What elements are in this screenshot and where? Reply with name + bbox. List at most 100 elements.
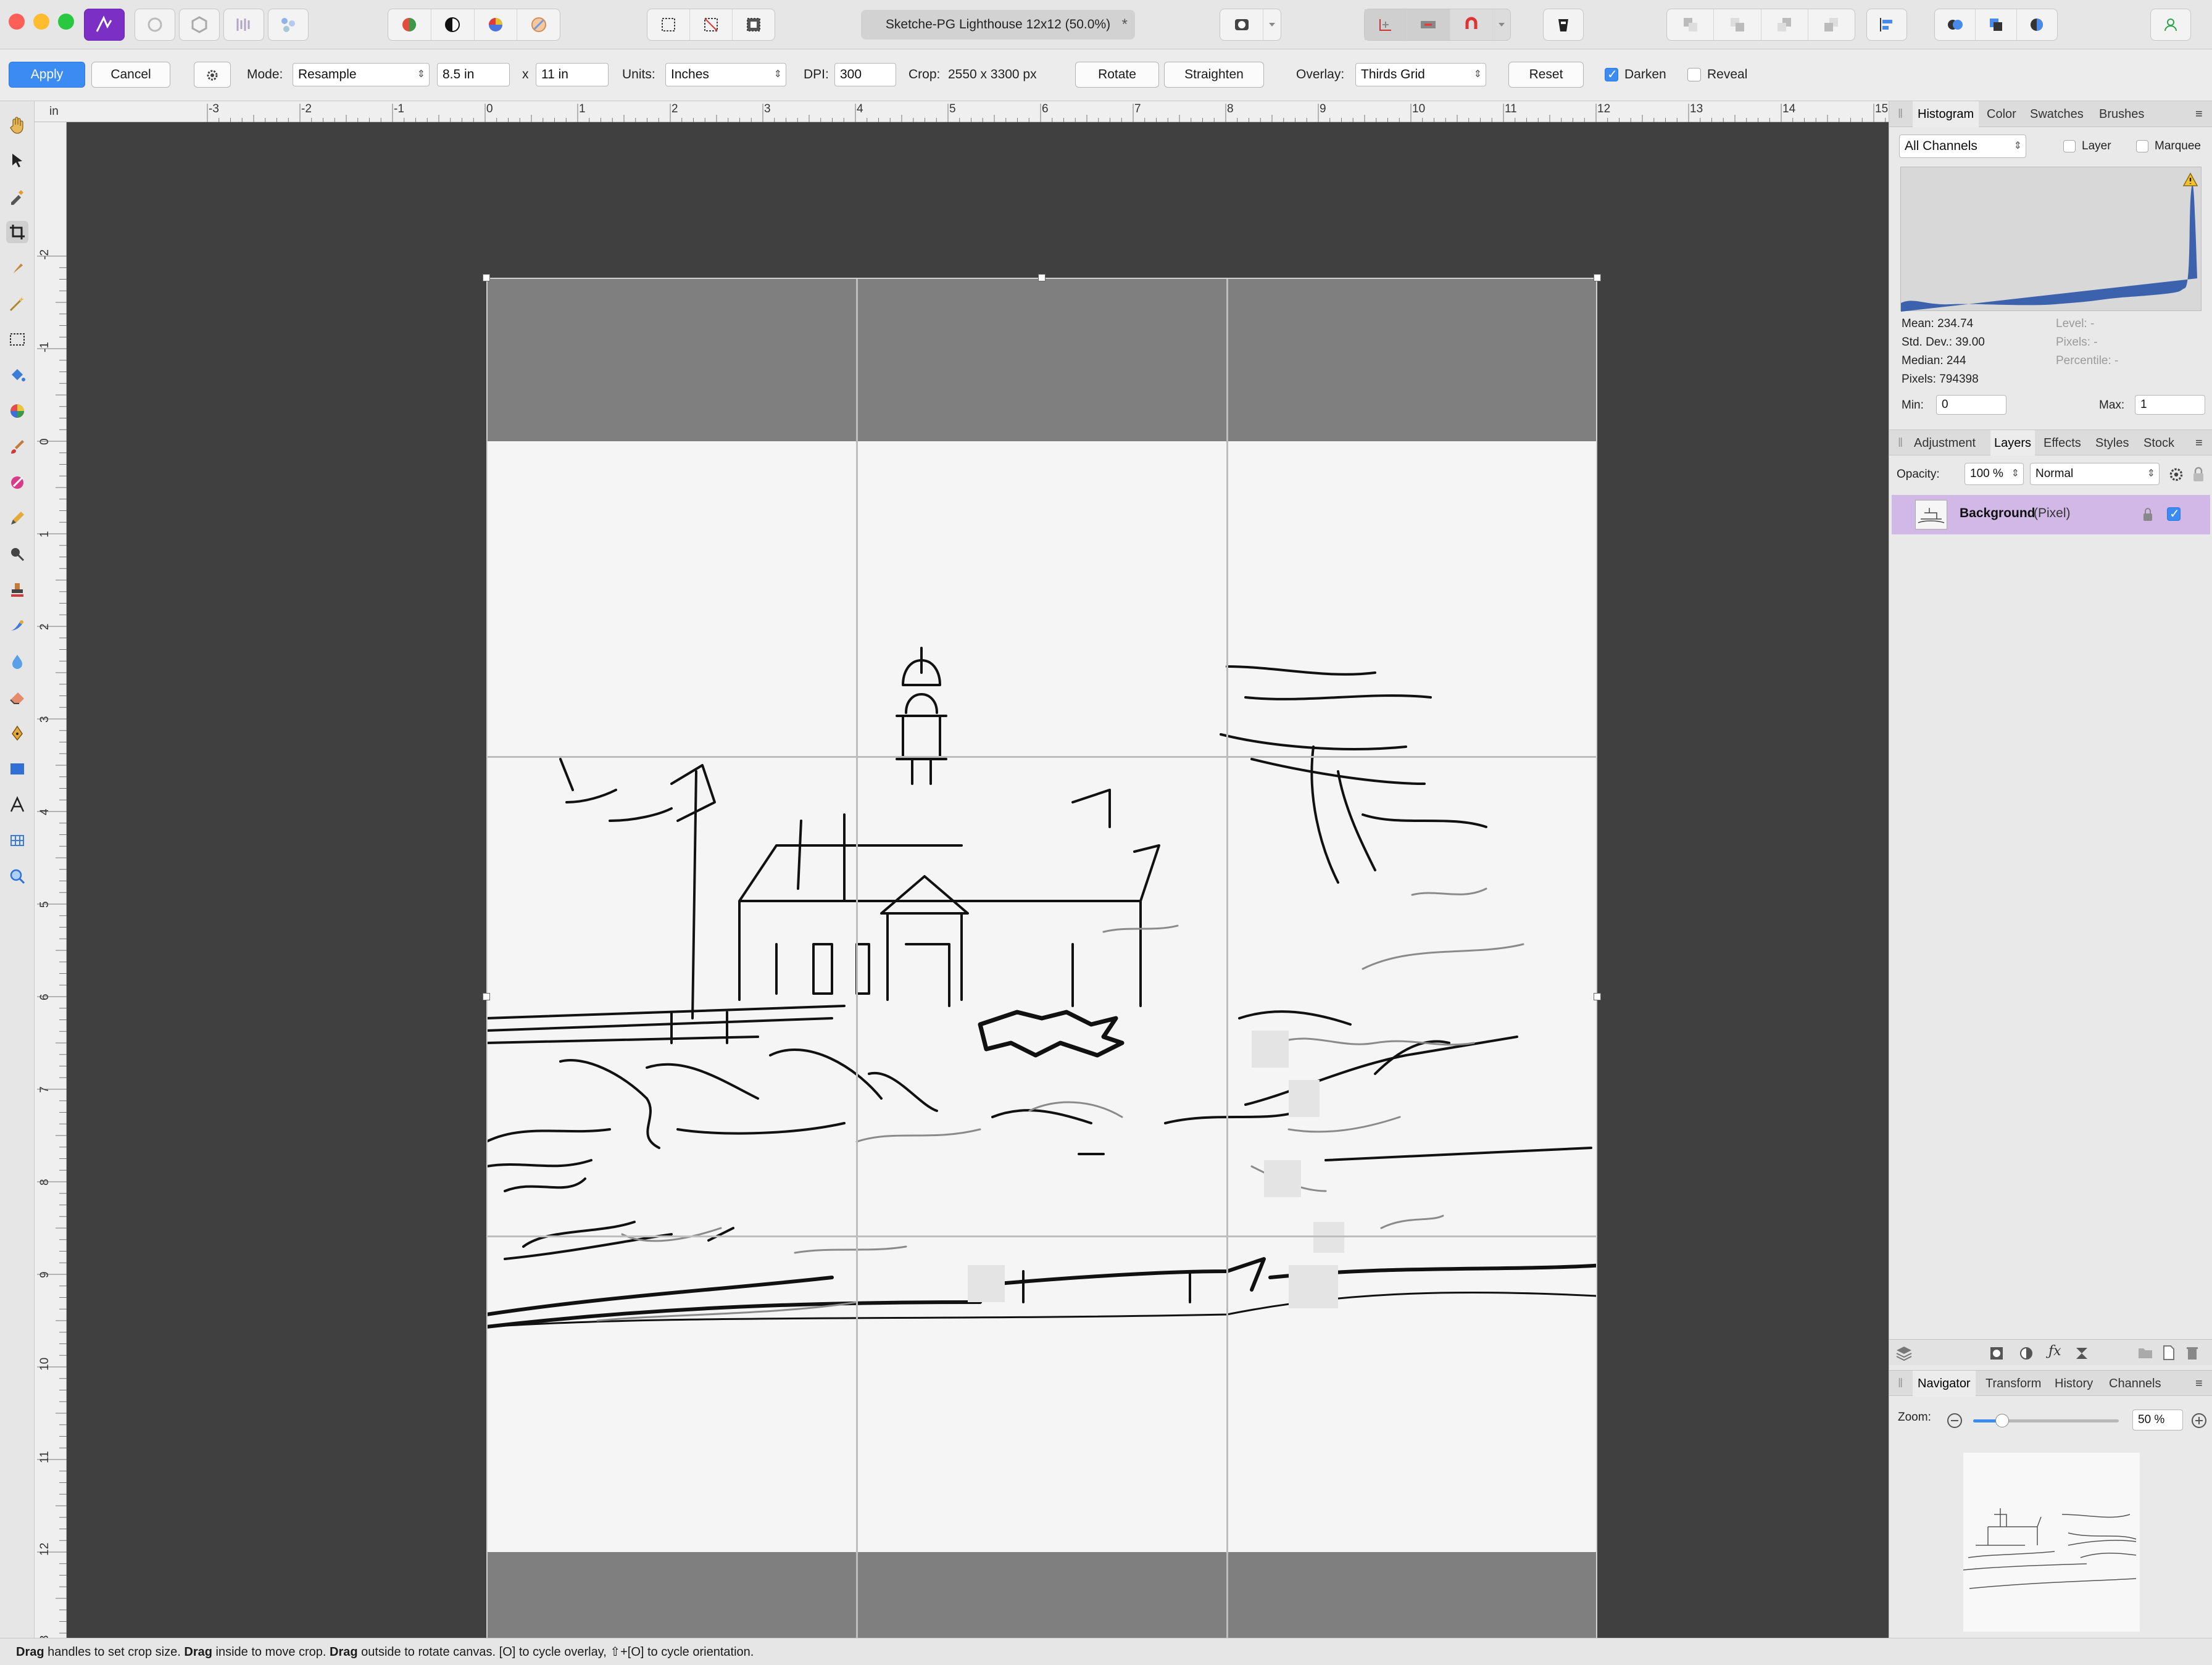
boolean-add-icon[interactable] xyxy=(1935,9,1976,40)
pixel-tool[interactable] xyxy=(6,507,28,529)
color-replacement-tool[interactable] xyxy=(6,471,28,494)
mesh-warp-tool[interactable] xyxy=(6,829,28,852)
zoom-window-button[interactable] xyxy=(58,14,74,30)
deselect-icon[interactable] xyxy=(690,9,733,40)
blur-tool[interactable] xyxy=(6,650,28,673)
gradient-tool[interactable] xyxy=(6,400,28,422)
panel-grip-icon[interactable]: ‖ xyxy=(1898,101,1903,127)
tone-mapping-persona-icon[interactable] xyxy=(223,9,264,41)
darken-checkbox[interactable] xyxy=(1605,67,1618,82)
panel-grip-icon[interactable]: ‖ xyxy=(1898,1371,1903,1397)
snapping-grid-icon[interactable] xyxy=(1365,9,1408,40)
white-balance-icon[interactable] xyxy=(517,9,560,40)
crop-width-field[interactable]: 8.5 in xyxy=(437,63,510,86)
rotate-button[interactable]: Rotate xyxy=(1075,62,1159,88)
crop-handle-left[interactable] xyxy=(483,993,490,1000)
clone-tool[interactable] xyxy=(6,579,28,601)
color-picker-tool[interactable] xyxy=(6,185,28,207)
overlay-select[interactable]: Thirds Grid xyxy=(1355,63,1486,86)
tab-transform[interactable]: Transform xyxy=(1985,1371,2041,1397)
select-all-icon[interactable] xyxy=(647,9,690,40)
tab-swatches[interactable]: Swatches xyxy=(2030,101,2084,127)
crop-handle-top[interactable] xyxy=(1038,274,1046,281)
tab-adjustment[interactable]: Adjustment xyxy=(1914,430,1976,456)
account-icon[interactable] xyxy=(2150,9,2191,41)
move-to-front-icon[interactable] xyxy=(1808,9,1855,40)
dodge-tool[interactable] xyxy=(6,543,28,565)
mask-layer-icon[interactable] xyxy=(1989,1346,2004,1361)
boolean-intersect-icon[interactable] xyxy=(2017,9,2057,40)
new-layer-icon[interactable] xyxy=(2162,1345,2176,1361)
move-back-one-icon[interactable] xyxy=(1714,9,1761,40)
cancel-button[interactable]: Cancel xyxy=(91,62,170,88)
minimize-window-button[interactable] xyxy=(33,14,49,30)
zoom-slider[interactable] xyxy=(1973,1414,2119,1427)
panel-grip-icon[interactable]: ‖ xyxy=(1898,430,1903,456)
pen-tool[interactable] xyxy=(6,722,28,744)
tab-histogram[interactable]: Histogram xyxy=(1913,101,1979,127)
quick-mask-icon[interactable] xyxy=(1220,9,1263,40)
lock-icon[interactable] xyxy=(2192,467,2205,483)
mode-select[interactable]: Resample xyxy=(293,63,430,86)
tab-effects[interactable]: Effects xyxy=(2044,430,2081,456)
navigator-preview[interactable] xyxy=(1963,1453,2140,1632)
hsl-icon[interactable] xyxy=(475,9,518,40)
tab-color[interactable]: Color xyxy=(1987,101,2016,127)
smudge-tool[interactable] xyxy=(6,615,28,637)
marquee-tool[interactable] xyxy=(6,328,28,351)
flood-fill-tool[interactable] xyxy=(6,364,28,386)
tab-stock[interactable]: Stock xyxy=(2143,430,2174,456)
chevron-down-icon[interactable] xyxy=(1493,9,1510,40)
reset-button[interactable]: Reset xyxy=(1508,62,1584,88)
straighten-button[interactable]: Straighten xyxy=(1164,62,1264,88)
tab-brushes[interactable]: Brushes xyxy=(2099,101,2144,127)
panel-menu-icon[interactable]: ≡ xyxy=(2195,1371,2203,1397)
shape-tool[interactable] xyxy=(6,758,28,780)
tab-navigator[interactable]: Navigator xyxy=(1913,1371,1976,1397)
blend-mode-select[interactable]: Normal xyxy=(2030,463,2160,485)
zoom-tool[interactable] xyxy=(6,865,28,887)
assistant-icon[interactable] xyxy=(1543,9,1584,41)
crop-frame[interactable] xyxy=(486,278,1597,1665)
liquify-persona-icon[interactable] xyxy=(135,9,175,41)
invert-selection-icon[interactable] xyxy=(733,9,775,40)
erase-tool[interactable] xyxy=(6,686,28,708)
group-folder-icon[interactable] xyxy=(2137,1346,2153,1360)
zoom-out-icon[interactable] xyxy=(1946,1412,1963,1429)
apply-button[interactable]: Apply xyxy=(9,62,85,88)
adjustment-layer-icon[interactable] xyxy=(2019,1346,2034,1361)
move-to-back-icon[interactable] xyxy=(1667,9,1715,40)
layer-settings-gear-icon[interactable] xyxy=(2168,467,2184,483)
crop-handle-top-right[interactable] xyxy=(1594,274,1601,281)
move-tool[interactable] xyxy=(6,149,28,172)
dpi-field[interactable]: 300 xyxy=(834,63,896,86)
move-forward-one-icon[interactable] xyxy=(1761,9,1808,40)
histogram-max-field[interactable]: 1 xyxy=(2135,395,2205,415)
histogram-channel-select[interactable]: All Channels xyxy=(1899,135,2026,158)
fx-icon[interactable]: ƒx xyxy=(2048,1343,2061,1359)
zoom-slider-handle[interactable] xyxy=(1995,1414,2010,1427)
close-window-button[interactable] xyxy=(9,14,25,30)
export-persona-icon[interactable] xyxy=(268,9,309,41)
histogram-layer-checkbox[interactable] xyxy=(2063,140,2076,152)
tab-history[interactable]: History xyxy=(2055,1371,2093,1397)
boolean-subtract-icon[interactable] xyxy=(1976,9,2017,40)
live-filter-icon[interactable] xyxy=(2074,1346,2089,1361)
trash-icon[interactable] xyxy=(2185,1345,2199,1361)
develop-persona-icon[interactable] xyxy=(179,9,220,41)
layer-row-background[interactable]: Background (Pixel) xyxy=(1892,495,2210,534)
layer-lock-icon[interactable] xyxy=(2142,507,2153,522)
snapping-toggle-icon[interactable] xyxy=(1407,9,1450,40)
magnet-icon[interactable] xyxy=(1450,9,1493,40)
crop-handle-top-left[interactable] xyxy=(483,274,490,281)
tab-channels[interactable]: Channels xyxy=(2109,1371,2161,1397)
crop-tool[interactable] xyxy=(6,221,28,243)
align-icon[interactable] xyxy=(1866,9,1907,41)
panel-menu-icon[interactable]: ≡ xyxy=(2195,430,2203,456)
crop-height-field[interactable]: 11 in xyxy=(536,63,609,86)
zoom-field[interactable]: 50 % xyxy=(2132,1410,2183,1430)
zoom-in-icon[interactable] xyxy=(2190,1412,2208,1429)
selection-brush-tool[interactable] xyxy=(6,257,28,279)
layer-visibility-checkbox[interactable] xyxy=(2167,506,2181,521)
document-tab[interactable]: Sketche-PG Lighthouse 12x12 (50.0%) * xyxy=(861,10,1135,39)
